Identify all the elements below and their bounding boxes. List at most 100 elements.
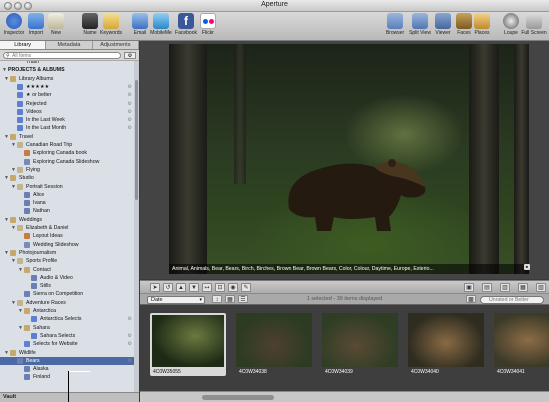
tab-adjustments[interactable]: Adjustments bbox=[93, 41, 139, 49]
library-item[interactable]: Audio & Video bbox=[0, 274, 134, 282]
filmstrip-button[interactable]: ▤ bbox=[482, 283, 492, 292]
import-button[interactable]: Import bbox=[26, 13, 46, 40]
info-overlay-button[interactable]: ▦ bbox=[518, 283, 528, 292]
smart-settings-icon[interactable]: ⚙ bbox=[128, 357, 132, 365]
tab-library[interactable]: Library bbox=[0, 41, 47, 49]
library-item[interactable]: Selects for Website ⚙ bbox=[0, 340, 134, 348]
disclosure-triangle-icon[interactable]: ▼ bbox=[18, 324, 23, 332]
library-item[interactable]: Sahara Selects ⚙ bbox=[0, 332, 134, 340]
disclosure-triangle-icon[interactable]: ▼ bbox=[18, 307, 23, 315]
straighten-tool-button[interactable]: ↦ bbox=[202, 283, 212, 292]
library-item[interactable]: Exploring Canada Slideshow bbox=[0, 158, 134, 166]
tab-metadata[interactable]: Metadata bbox=[46, 41, 93, 49]
library-item[interactable]: Trash bbox=[0, 61, 134, 66]
redeye-tool-button[interactable]: ◉ bbox=[228, 283, 238, 292]
smart-settings-icon[interactable]: ⚙ bbox=[128, 83, 132, 91]
library-item[interactable]: ▼ Weddings bbox=[0, 216, 134, 224]
library-item[interactable]: Nathan bbox=[0, 207, 134, 215]
selection-tool-button[interactable]: ➤ bbox=[150, 283, 160, 292]
library-item[interactable]: ▼ Canadian Road Trip bbox=[0, 141, 134, 149]
library-search-input[interactable]: ⚲ All Items bbox=[3, 52, 121, 59]
inspector-button[interactable]: Inspector bbox=[2, 13, 26, 40]
flickr-button[interactable]: Flickr bbox=[199, 13, 217, 40]
name-button[interactable]: Name bbox=[81, 13, 99, 40]
crop-tool-button[interactable]: ⊡ bbox=[215, 283, 225, 292]
library-item[interactable]: Sierra on Competition bbox=[0, 290, 134, 298]
library-item[interactable]: ▼ Contact bbox=[0, 266, 134, 274]
library-item[interactable]: In the Last Week ⚙ bbox=[0, 116, 134, 124]
smart-settings-icon[interactable]: ⚙ bbox=[128, 100, 132, 108]
library-item[interactable]: ▼ Portrait Session bbox=[0, 183, 134, 191]
library-item[interactable]: In the Last Month ⚙ bbox=[0, 124, 134, 132]
thumbnail[interactable]: 4C0W34038 bbox=[236, 313, 312, 376]
smart-settings-icon[interactable]: ⚙ bbox=[128, 332, 132, 340]
split-view-button[interactable]: Split View bbox=[407, 13, 433, 40]
disclosure-triangle-icon[interactable]: ▼ bbox=[4, 349, 9, 357]
disclosure-triangle-icon[interactable]: ▼ bbox=[4, 216, 9, 224]
smart-settings-icon[interactable]: ⚙ bbox=[128, 91, 132, 99]
disclosure-triangle-icon[interactable]: ▼ bbox=[11, 166, 16, 174]
library-item[interactable]: ▼ Photojournalism bbox=[0, 249, 134, 257]
disclosure-triangle-icon[interactable]: ▼ bbox=[4, 249, 9, 257]
library-item[interactable]: Rejected ⚙ bbox=[0, 100, 134, 108]
disclosure-triangle-icon[interactable]: ▼ bbox=[11, 299, 16, 307]
viewer-button[interactable]: Viewer bbox=[434, 13, 452, 40]
thumbnail[interactable]: 4C0W35055 bbox=[150, 313, 226, 376]
faces-button[interactable]: Faces bbox=[456, 13, 472, 40]
library-item[interactable]: Layout Ideas bbox=[0, 232, 134, 240]
facebook-button[interactable]: f Facebook bbox=[174, 13, 198, 40]
stamp-tool-button[interactable]: ▼ bbox=[189, 283, 199, 292]
library-item[interactable]: ▼ Library Albums bbox=[0, 75, 134, 83]
disclosure-triangle-icon[interactable]: ▼ bbox=[18, 266, 23, 274]
disclosure-triangle-icon[interactable]: ▼ bbox=[11, 141, 16, 149]
disclosure-triangle-icon[interactable]: ▼ bbox=[4, 75, 9, 83]
library-item[interactable]: Bears ⚙ bbox=[0, 356, 134, 365]
show-loupe-button[interactable]: ▣ bbox=[464, 283, 474, 292]
library-item[interactable]: Videos ⚙ bbox=[0, 108, 134, 116]
disclosure-triangle-icon[interactable]: ▼ bbox=[4, 133, 9, 141]
brush-tool-button[interactable]: ✎ bbox=[241, 283, 251, 292]
library-item[interactable]: ▼ Sports Profile bbox=[0, 257, 134, 265]
disclosure-triangle-icon[interactable]: ▼ bbox=[11, 183, 16, 191]
keywords-button[interactable]: Keywords bbox=[99, 13, 123, 40]
browser-button[interactable]: Browser bbox=[385, 13, 405, 40]
disclosure-triangle-icon[interactable]: ▼ bbox=[4, 174, 9, 182]
full-screen-button[interactable]: Full Screen bbox=[520, 13, 548, 40]
filter-hud-button[interactable]: ▩ bbox=[466, 295, 476, 303]
library-item[interactable]: ▼ Studio bbox=[0, 174, 134, 182]
library-item[interactable]: Alice bbox=[0, 191, 134, 199]
browser-scroll-thumb[interactable] bbox=[202, 395, 274, 400]
disclosure-triangle-icon[interactable]: ▼ bbox=[11, 257, 16, 265]
mobileme-button[interactable]: MobileMe bbox=[149, 13, 173, 40]
email-button[interactable]: Email bbox=[132, 13, 148, 40]
smart-settings-icon[interactable]: ⚙ bbox=[128, 124, 132, 132]
rotate-tool-button[interactable]: ↺ bbox=[163, 283, 173, 292]
library-item[interactable]: Ivana bbox=[0, 199, 134, 207]
disclosure-triangle-icon[interactable]: ▼ bbox=[11, 224, 16, 232]
smart-settings-icon[interactable]: ⚙ bbox=[128, 108, 132, 116]
library-item[interactable]: ▼ Sahara bbox=[0, 324, 134, 332]
smart-settings-icon[interactable]: ⚙ bbox=[128, 315, 132, 323]
library-item[interactable]: Exploring Canada book bbox=[0, 149, 134, 157]
library-item[interactable]: ★ or better ⚙ bbox=[0, 91, 134, 99]
library-scroll-thumb[interactable] bbox=[135, 80, 138, 200]
library-item[interactable]: Wedding Slideshow bbox=[0, 241, 134, 249]
library-item[interactable]: ▼ Antarctica bbox=[0, 307, 134, 315]
library-item[interactable]: ★★★★★ ⚙ bbox=[0, 83, 134, 91]
lift-tool-button[interactable]: ▲ bbox=[176, 283, 186, 292]
rating-filter-input[interactable]: Unrated or Better bbox=[480, 296, 544, 304]
thumbnail[interactable]: 4C0W34041 bbox=[494, 313, 549, 376]
places-button[interactable]: Places bbox=[473, 13, 491, 40]
library-item[interactable]: ▼ Wildlife bbox=[0, 349, 134, 357]
library-section-header[interactable]: ▼ PROJECTS & ALBUMS bbox=[0, 66, 134, 74]
action-gear-button[interactable]: ⚙ bbox=[124, 52, 136, 59]
library-item[interactable]: ▼ Adventure Races bbox=[0, 299, 134, 307]
smart-settings-icon[interactable]: ⚙ bbox=[128, 116, 132, 124]
split-button[interactable]: ▥ bbox=[500, 283, 510, 292]
fullscreen-strip-button[interactable]: ▧ bbox=[536, 283, 546, 292]
disclosure-triangle-icon[interactable]: ▼ bbox=[2, 66, 7, 74]
loupe-button[interactable]: Loupe bbox=[503, 13, 519, 40]
library-item[interactable]: Alaska bbox=[0, 365, 134, 373]
bear-photo[interactable] bbox=[169, 44, 529, 274]
library-item[interactable]: ▼ Travel bbox=[0, 133, 134, 141]
